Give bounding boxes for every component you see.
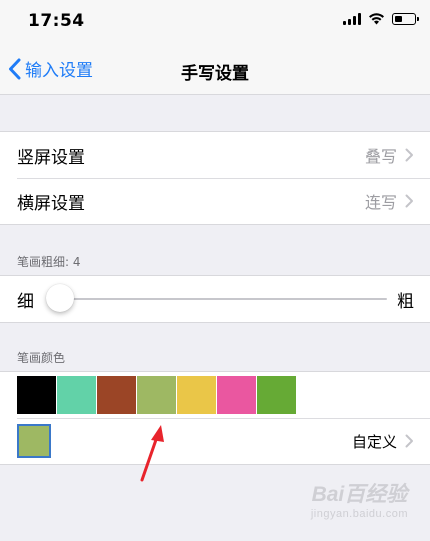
watermark-url: jingyan.baidu.com [310, 508, 408, 520]
status-bar: 17:54 [0, 0, 430, 44]
stroke-width-group: 细 粗 [0, 275, 430, 323]
slider-min-label: 细 [17, 291, 34, 312]
portrait-settings-value: 叠写 [364, 147, 397, 166]
custom-color-row[interactable]: 自定义 [0, 418, 430, 464]
slider-max-label: 粗 [397, 291, 414, 312]
custom-color-label: 自定义 [351, 432, 397, 451]
landscape-settings-row[interactable]: 横屏设置 连写 [0, 178, 430, 224]
stroke-width-header: 笔画粗细: 4 [17, 255, 81, 269]
color-swatch[interactable] [97, 376, 136, 414]
current-color-preview [17, 424, 51, 458]
orientation-settings-group: 竖屏设置 叠写 横屏设置 连写 [0, 131, 430, 225]
landscape-settings-value: 连写 [364, 193, 397, 212]
chevron-right-icon [405, 434, 413, 448]
chevron-right-icon [405, 194, 413, 208]
color-swatch[interactable] [177, 376, 216, 414]
status-icons [343, 13, 419, 25]
page-title: 手写设置 [181, 64, 249, 84]
color-swatch[interactable] [137, 376, 176, 414]
chevron-right-icon [405, 148, 413, 162]
watermark-brand: Bai百经验 [311, 483, 408, 506]
color-swatch[interactable] [57, 376, 96, 414]
stroke-color-header: 笔画颜色 [17, 351, 66, 365]
status-time: 17:54 [28, 11, 85, 31]
stroke-width-slider[interactable] [46, 284, 387, 312]
annotation-arrow-icon [140, 425, 164, 482]
navigation-bar: 输入设置 手写设置 [0, 44, 430, 95]
landscape-settings-label: 横屏设置 [17, 193, 85, 214]
battery-icon [392, 13, 419, 25]
signal-icon [343, 13, 361, 25]
wifi-icon [369, 13, 384, 25]
slider-thumb[interactable] [46, 284, 74, 312]
stroke-width-row: 细 粗 [0, 276, 430, 322]
color-swatch[interactable] [217, 376, 256, 414]
color-swatch[interactable] [257, 376, 296, 414]
portrait-settings-row[interactable]: 竖屏设置 叠写 [0, 132, 430, 178]
watermark: Bai百经验 jingyan.baidu.com [311, 478, 408, 520]
portrait-settings-label: 竖屏设置 [17, 147, 85, 168]
color-swatch[interactable] [17, 376, 56, 414]
color-swatches [0, 372, 430, 418]
stroke-color-group: 自定义 [0, 371, 430, 465]
